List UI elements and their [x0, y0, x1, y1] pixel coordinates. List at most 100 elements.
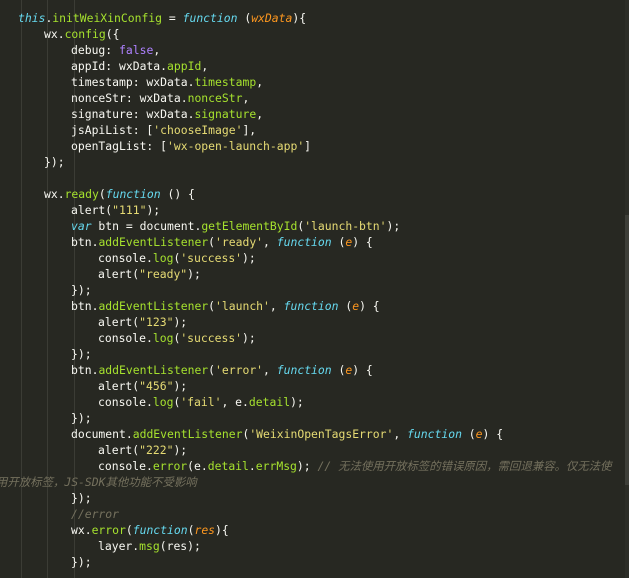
code-line[interactable]: alert("456");	[0, 378, 629, 394]
code-token: ) {	[352, 363, 373, 377]
code-token: alert(	[71, 203, 113, 217]
code-line[interactable]: appId: wxData.appId,	[0, 58, 629, 74]
code-token: });	[71, 411, 92, 425]
code-token: (	[461, 427, 476, 441]
code-line[interactable]: layer.msg(res);	[0, 538, 629, 554]
code-token: ,	[263, 363, 277, 377]
code-line[interactable]: wx.config({	[0, 26, 629, 42]
code-token: (	[237, 11, 252, 25]
code-line[interactable]: });	[0, 154, 629, 170]
code-token: (e.	[187, 459, 208, 473]
code-token: function	[276, 235, 332, 249]
code-line-text: });	[71, 282, 92, 298]
code-line[interactable]: wx.ready(function () {	[0, 186, 629, 202]
code-line[interactable]: btn.addEventListener('launch', function …	[0, 298, 629, 314]
code-token: );	[242, 251, 256, 265]
code-line[interactable]: });	[0, 410, 629, 426]
code-line[interactable]: console.log('success');	[0, 330, 629, 346]
code-line[interactable]: });	[0, 346, 629, 362]
code-line[interactable]: });	[0, 282, 629, 298]
code-line[interactable]: alert("222");	[0, 442, 629, 458]
code-line[interactable]: btn.addEventListener('error', function (…	[0, 362, 629, 378]
code-line[interactable]: document.addEventListener ('WeixinOpenTag…	[0, 426, 629, 442]
code-token: debug:	[71, 43, 120, 57]
code-token: ready	[64, 187, 99, 201]
code-line-text: wx.ready(function () {	[44, 186, 195, 202]
code-token: );	[173, 315, 188, 329]
code-line[interactable]: //error	[0, 506, 629, 522]
code-line-text: layer.msg(res);	[98, 538, 201, 554]
code-line[interactable]: });	[0, 554, 629, 570]
code-token: ) {	[359, 299, 380, 313]
code-token: errMsg	[255, 459, 297, 473]
code-line[interactable]: alert("ready");	[0, 266, 629, 282]
code-line[interactable]: btn.addEventListener('ready', function (…	[0, 234, 629, 250]
code-token: 'ready'	[215, 235, 264, 249]
code-token: appId	[167, 59, 202, 73]
code-line[interactable]: timestamp: wxData.timestamp,	[0, 74, 629, 90]
code-editor[interactable]: this.initWeiXinConfig = function (wxData…	[0, 0, 629, 578]
code-line[interactable]: console.error(e.detail.errMsg); // 无法使用开…	[0, 458, 629, 474]
code-token: ,	[256, 107, 264, 121]
code-line-text: alert("111");	[71, 202, 160, 218]
code-token: error	[152, 459, 188, 473]
code-line-text: console.log('success');	[98, 330, 256, 346]
code-token: log	[152, 395, 174, 409]
code-token: jsApiList: [	[71, 123, 154, 137]
code-token: alert(	[98, 379, 140, 393]
code-token: 'WeixinOpenTagsError'	[249, 427, 394, 441]
code-token: ,	[263, 235, 277, 249]
code-line[interactable]: console.log('success');	[0, 250, 629, 266]
code-line[interactable]: nonceStr: wxData.nonceStr,	[0, 90, 629, 106]
code-line[interactable]: this.initWeiXinConfig = function (wxData…	[0, 10, 629, 26]
code-token: });	[71, 491, 92, 505]
code-token: nonceStr: wxData.	[71, 91, 188, 105]
code-token: msg	[139, 539, 160, 553]
code-token: layer.	[98, 539, 140, 553]
code-line[interactable]: console.log('fail', e.detail);	[0, 394, 629, 410]
code-token: ) {	[352, 235, 373, 249]
code-token: 'launch-btn'	[304, 219, 387, 233]
code-token: function	[283, 299, 339, 313]
code-token: this	[18, 11, 46, 25]
code-line-text: openTagList: ['wx-open-launch-app']	[71, 138, 311, 154]
code-line[interactable]: });	[0, 490, 629, 506]
code-line[interactable]: var btn = document.getElementById('launc…	[0, 218, 629, 234]
code-token: var	[71, 219, 92, 233]
code-line-text: document.addEventListener ('WeixinOpenTag…	[71, 426, 503, 442]
scrollbar-thumb[interactable]	[625, 215, 629, 485]
code-token: signature	[194, 107, 257, 121]
code-token: 'wx-open-launch-app'	[167, 139, 305, 153]
code-token: 'fail'	[180, 395, 222, 409]
code-token: (res);	[159, 539, 201, 553]
code-line[interactable]: signature: wxData.signature,	[0, 106, 629, 122]
code-line[interactable]: wx.error(function(res){	[0, 522, 629, 538]
code-token: );	[146, 203, 161, 217]
code-line-text: alert("222");	[98, 442, 187, 458]
code-token: wx.	[71, 523, 92, 537]
code-token: btn.	[71, 299, 99, 313]
code-token: signature: wxData.	[71, 107, 195, 121]
code-line-text: console.log('success');	[98, 250, 256, 266]
code-line[interactable]: alert("111");	[0, 202, 629, 218]
code-token: function	[105, 187, 161, 201]
code-line-text: 用开放标签，JS-SDK其他功能不受影响	[0, 474, 197, 490]
code-line[interactable]: debug: false,	[0, 42, 629, 58]
code-token: getElementById	[201, 219, 298, 233]
code-token: ){	[292, 11, 307, 25]
code-token: openTagList: [	[71, 139, 168, 153]
code-token: wx.	[44, 27, 65, 41]
code-token: alert(	[98, 315, 140, 329]
code-token: timestamp: wxData.	[71, 75, 195, 89]
code-line[interactable]: alert("123");	[0, 314, 629, 330]
vertical-scrollbar[interactable]	[625, 0, 629, 578]
code-area[interactable]: this.initWeiXinConfig = function (wxData…	[0, 10, 629, 578]
code-line[interactable]: 用开放标签，JS-SDK其他功能不受影响	[0, 474, 629, 490]
code-line[interactable]: jsApiList: ['chooseImage'],	[0, 122, 629, 138]
code-token: "222"	[139, 443, 174, 457]
code-line-text: jsApiList: ['chooseImage'],	[71, 122, 256, 138]
code-line[interactable]: openTagList: ['wx-open-launch-app']	[0, 138, 629, 154]
code-token: 'success'	[180, 331, 243, 345]
code-token: log	[152, 251, 174, 265]
code-line[interactable]	[0, 170, 629, 186]
